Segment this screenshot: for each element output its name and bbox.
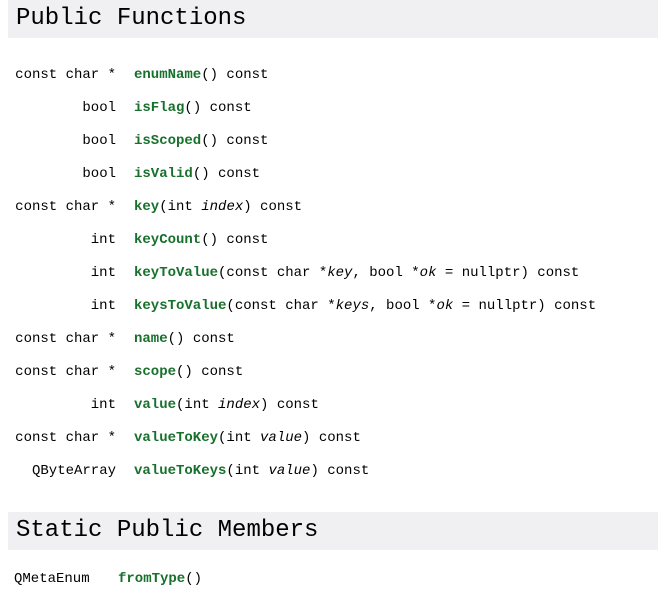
signature-text: ) const: [260, 396, 319, 413]
signature-text: (int: [218, 429, 261, 446]
function-signature: enumName() const: [116, 58, 596, 91]
signature-text: (int: [226, 462, 269, 479]
function-return-type: const char *: [15, 198, 116, 215]
signature-text: (int: [159, 198, 202, 215]
section-heading-static-public-members: Static Public Members: [8, 512, 658, 550]
signature-text: () const: [176, 363, 244, 380]
function-name-link[interactable]: isFlag: [134, 100, 184, 116]
function-return-type: bool: [82, 165, 116, 182]
function-return-type: int: [90, 264, 116, 281]
function-name-link[interactable]: valueToKey: [134, 430, 218, 446]
parameter-name: key: [327, 264, 353, 281]
function-name-link[interactable]: keyToValue: [134, 265, 218, 281]
parameter-name: index: [201, 198, 244, 215]
parameter-name: ok: [436, 297, 454, 314]
signature-text: () const: [184, 99, 252, 116]
function-row: const char * enumName() const: [0, 58, 596, 91]
function-signature: isScoped() const: [116, 124, 596, 157]
function-return-type: const char *: [15, 330, 116, 347]
section-heading-public-functions: Public Functions: [8, 0, 658, 38]
function-return-type: int: [90, 396, 116, 413]
function-name-link[interactable]: isValid: [134, 166, 193, 182]
signature-text: (): [185, 570, 203, 587]
parameter-name: keys: [335, 297, 370, 314]
function-return-type: int: [90, 297, 116, 314]
signature-text: (int: [176, 396, 219, 413]
function-row: bool isScoped() const: [0, 124, 596, 157]
signature-text: ) const: [243, 198, 303, 215]
function-signature: keysToValue(const char *keys, bool *ok =…: [116, 289, 596, 322]
function-return-type: bool: [82, 99, 116, 116]
function-return-type: const char *: [15, 66, 116, 83]
function-return-type: bool: [82, 132, 116, 149]
function-signature: fromType(): [118, 562, 202, 595]
signature-text: ) const: [302, 429, 361, 446]
function-signature: keyCount() const: [116, 223, 596, 256]
function-name-link[interactable]: isScoped: [134, 133, 201, 149]
function-return-type: QByteArray: [31, 462, 116, 479]
function-row: const char * name() const: [0, 322, 596, 355]
function-name-link[interactable]: valueToKeys: [134, 463, 226, 479]
signature-text: , bool *: [369, 297, 437, 314]
static-public-members-table-body: QMetaEnum fromType(): [0, 562, 202, 595]
signature-text: () const: [167, 330, 235, 347]
function-name-link[interactable]: value: [134, 397, 176, 413]
signature-text: () const: [192, 165, 261, 182]
function-signature: scope() const: [116, 355, 596, 388]
function-row: const char * scope() const: [0, 355, 596, 388]
function-return-type: QMetaEnum: [14, 570, 90, 587]
function-row: int value(int index) const: [0, 388, 596, 421]
public-functions-table: const char * enumName() const bool isFlag()…: [0, 58, 596, 487]
signature-text: ) const: [310, 462, 370, 479]
function-row: bool isFlag() const: [0, 91, 596, 124]
static-public-members-table: QMetaEnum fromType(): [0, 562, 202, 595]
documentation-page: Public Functions const char * enumName() …: [0, 0, 666, 613]
function-name-link[interactable]: fromType: [118, 571, 185, 587]
signature-text: () const: [201, 66, 269, 83]
function-signature: valueToKeys(int value) const: [116, 454, 596, 487]
signature-text: = nullptr) const: [436, 264, 580, 281]
signature-text: () const: [201, 231, 269, 248]
function-row: QByteArray valueToKeys(int value) const: [0, 454, 596, 487]
function-signature: valueToKey(int value) const: [116, 421, 596, 454]
function-signature: key(int index) const: [116, 190, 596, 223]
function-name-link[interactable]: keyCount: [134, 232, 201, 248]
signature-text: () const: [201, 132, 269, 149]
function-name-link[interactable]: scope: [134, 364, 176, 380]
function-signature: isFlag() const: [116, 91, 596, 124]
function-return-type: int: [90, 231, 116, 248]
function-signature: isValid() const: [116, 157, 596, 190]
signature-text: (const char *: [226, 297, 336, 314]
function-name-link[interactable]: enumName: [134, 67, 201, 83]
function-signature: value(int index) const: [116, 388, 596, 421]
function-row: const char * valueToKey(int value) const: [0, 421, 596, 454]
function-row: int keyToValue(const char *key, bool *ok …: [0, 256, 596, 289]
function-signature: keyToValue(const char *key, bool *ok = n…: [116, 256, 596, 289]
parameter-name: ok: [419, 264, 437, 281]
function-name-link[interactable]: keysToValue: [134, 298, 226, 314]
function-row: int keyCount() const: [0, 223, 596, 256]
public-functions-table-body: const char * enumName() const bool isFlag()…: [0, 58, 596, 487]
function-return-type: const char *: [15, 429, 116, 446]
function-signature: name() const: [116, 322, 596, 355]
parameter-name: value: [268, 462, 311, 479]
parameter-name: index: [218, 396, 261, 413]
function-return-type: const char *: [15, 363, 116, 380]
function-row: bool isValid() const: [0, 157, 596, 190]
signature-text: , bool *: [352, 264, 420, 281]
function-name-link[interactable]: key: [134, 199, 159, 215]
function-name-link[interactable]: name: [134, 331, 168, 347]
function-row: QMetaEnum fromType(): [0, 562, 202, 595]
signature-text: (const char *: [218, 264, 328, 281]
function-row: int keysToValue(const char *keys, bool *o…: [0, 289, 596, 322]
signature-text: = nullptr) const: [453, 297, 597, 314]
parameter-name: value: [260, 429, 303, 446]
function-row: const char * key(int index) const: [0, 190, 596, 223]
